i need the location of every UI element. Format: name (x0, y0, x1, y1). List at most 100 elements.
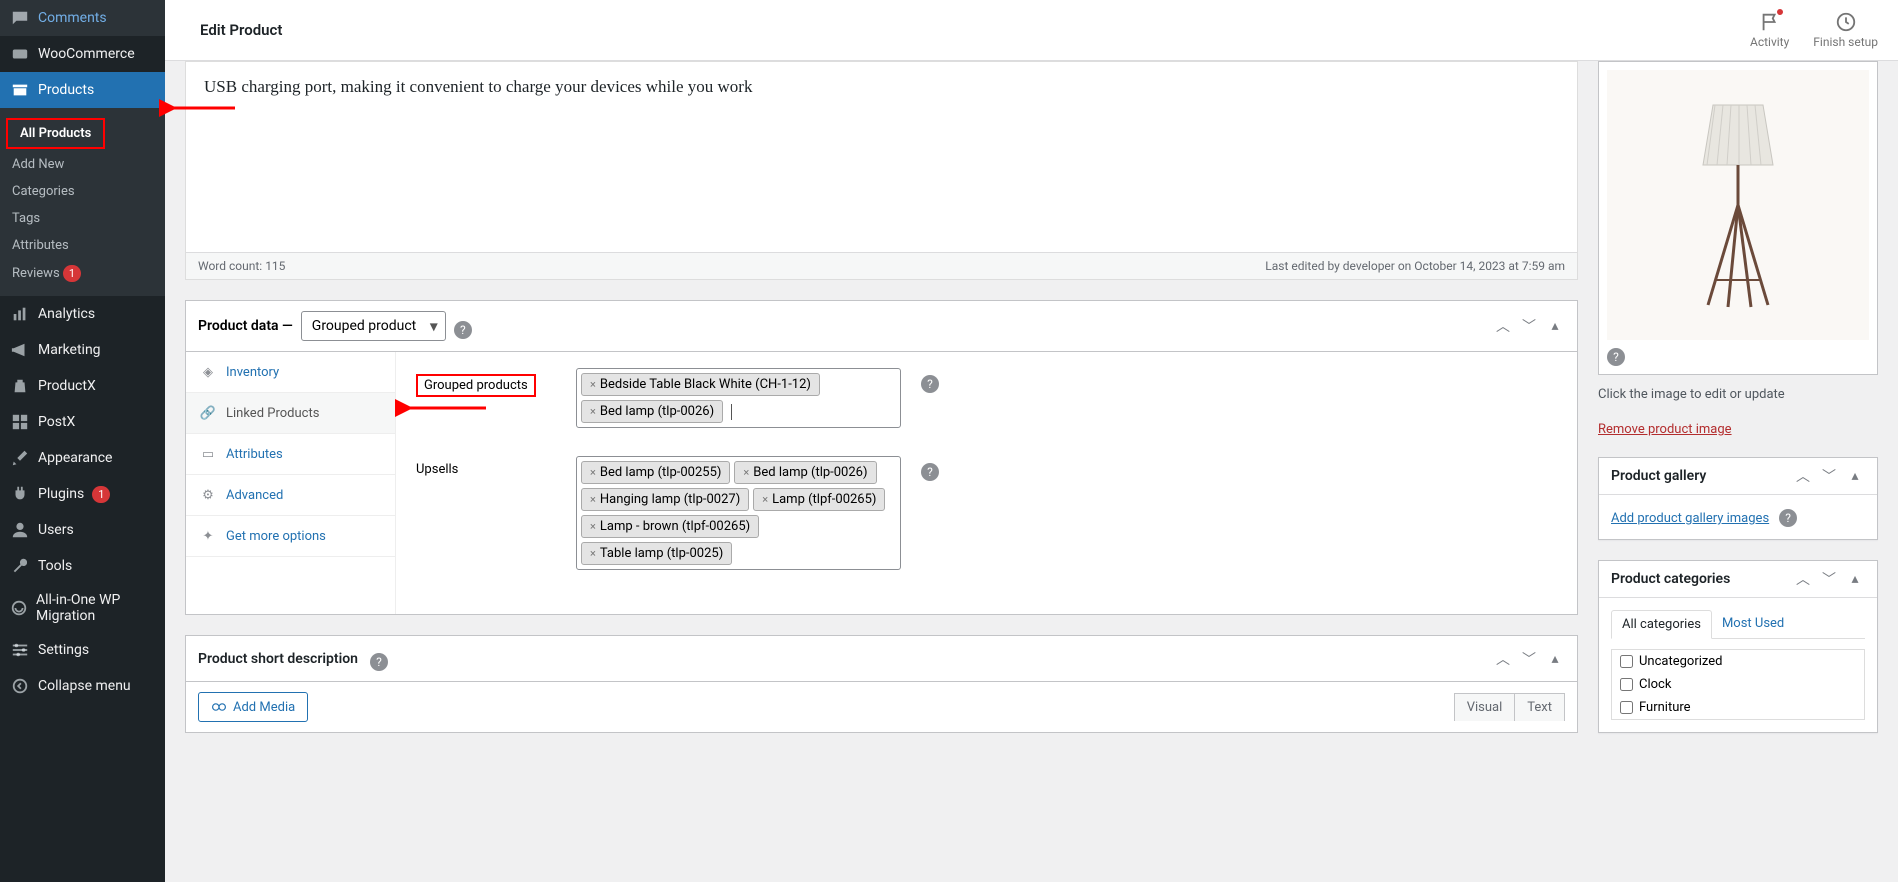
product-data-title: Product data — (198, 318, 293, 334)
sidebar-item-marketing[interactable]: Marketing (0, 332, 165, 368)
sidebar-subitem-tags[interactable]: Tags (0, 205, 165, 232)
sidebar-item-productx[interactable]: ProductX (0, 368, 165, 404)
grouped-products-input[interactable]: ×Bedside Table Black White (CH-1-12) ×Bed… (576, 368, 901, 428)
move-down-icon[interactable]: ﹀ (1819, 569, 1839, 589)
category-item[interactable]: Uncategorized (1612, 650, 1864, 673)
sidebar-item-woocommerce[interactable]: WooCommerce (0, 36, 165, 72)
pd-tab-linked[interactable]: 🔗 Linked Products (186, 393, 395, 434)
archive-icon (10, 80, 30, 100)
category-list[interactable]: UncategorizedClockFurniture (1611, 649, 1865, 720)
product-type-select[interactable]: Grouped product (301, 311, 446, 341)
pd-tab-get-more[interactable]: ✦ Get more options (186, 516, 395, 557)
move-up-icon[interactable]: ︿ (1493, 649, 1513, 669)
pd-tab-advanced[interactable]: ⚙ Advanced (186, 475, 395, 516)
lamp-illustration (1673, 95, 1803, 315)
sidebar-subitem-add-new[interactable]: Add New (0, 151, 165, 178)
pd-tab-attributes[interactable]: ▭ Attributes (186, 434, 395, 475)
link-icon: 🔗 (200, 405, 216, 421)
collapse-panel-icon[interactable]: ▴ (1845, 466, 1865, 486)
help-icon[interactable]: ? (921, 463, 939, 481)
category-checkbox[interactable] (1620, 678, 1633, 691)
product-token[interactable]: ×Bed lamp (tlp-00255) (581, 461, 730, 484)
move-down-icon[interactable]: ﹀ (1519, 649, 1539, 669)
gear-icon: ⚙ (200, 487, 216, 503)
sidebar-item-tools[interactable]: Tools (0, 548, 165, 584)
category-tabs: All categories Most Used (1611, 610, 1865, 639)
media-icon (211, 699, 227, 715)
sidebar-item-users[interactable]: Users (0, 512, 165, 548)
product-token[interactable]: ×Bedside Table Black White (CH-1-12) (581, 373, 820, 396)
move-down-icon[interactable]: ﹀ (1519, 316, 1539, 336)
sidebar-item-settings[interactable]: Settings (0, 632, 165, 668)
collapse-panel-icon[interactable]: ▴ (1545, 649, 1565, 669)
move-up-icon[interactable]: ︿ (1793, 569, 1813, 589)
help-icon[interactable]: ? (370, 653, 388, 671)
cat-tab-all[interactable]: All categories (1611, 610, 1712, 639)
category-checkbox[interactable] (1620, 701, 1633, 714)
add-media-button[interactable]: Add Media (198, 692, 308, 722)
remove-image-link[interactable]: Remove product image (1598, 422, 1732, 437)
remove-token-icon[interactable]: × (762, 493, 768, 506)
sidebar-subitem-attributes[interactable]: Attributes (0, 232, 165, 259)
sidebar-item-analytics[interactable]: Analytics (0, 296, 165, 332)
product-token[interactable]: ×Lamp (tlpf-00265) (753, 488, 885, 511)
category-item[interactable]: Clock (1612, 673, 1864, 696)
product-token[interactable]: ×Bed lamp (tlp-0026) (734, 461, 876, 484)
help-icon[interactable]: ? (921, 375, 939, 393)
sidebar-item-postx[interactable]: PostX (0, 404, 165, 440)
activity-action[interactable]: Activity (1750, 11, 1789, 49)
page-title: Edit Product (200, 21, 282, 39)
short-desc-header: Product short description ? ︿ ﹀ ▴ (185, 635, 1578, 682)
category-checkbox[interactable] (1620, 655, 1633, 668)
comment-icon (10, 8, 30, 28)
analytics-icon (10, 304, 30, 324)
sidebar-label: WooCommerce (38, 46, 135, 62)
pd-tab-inventory[interactable]: ◈ Inventory (186, 352, 395, 393)
sidebar-subitem-categories[interactable]: Categories (0, 178, 165, 205)
categories-title: Product categories (1611, 571, 1730, 587)
cat-tab-most-used[interactable]: Most Used (1712, 610, 1794, 638)
gallery-title: Product gallery (1611, 468, 1706, 484)
remove-token-icon[interactable]: × (590, 405, 596, 418)
sidebar-item-aiowp[interactable]: All-in-One WP Migration (0, 584, 165, 632)
move-down-icon[interactable]: ﹀ (1819, 466, 1839, 486)
remove-token-icon[interactable]: × (590, 466, 596, 479)
add-gallery-link[interactable]: Add product gallery images (1611, 511, 1769, 526)
plugins-count-badge: 1 (92, 486, 110, 503)
short-desc-toolbar: Add Media Visual Text (185, 682, 1578, 733)
grid-icon (10, 412, 30, 432)
remove-token-icon[interactable]: × (590, 520, 596, 533)
sidebar-label: Tools (38, 558, 72, 574)
sidebar-subitem-reviews[interactable]: Reviews 1 (0, 259, 165, 288)
move-up-icon[interactable]: ︿ (1793, 466, 1813, 486)
product-token[interactable]: ×Lamp - brown (tlpf-00265) (581, 515, 759, 538)
collapse-panel-icon[interactable]: ▴ (1845, 569, 1865, 589)
help-icon[interactable]: ? (1607, 348, 1625, 366)
sidebar-item-collapse[interactable]: Collapse menu (0, 668, 165, 704)
remove-token-icon[interactable]: × (743, 466, 749, 479)
help-icon[interactable]: ? (454, 321, 472, 339)
remove-token-icon[interactable]: × (590, 493, 596, 506)
editor-content[interactable]: USB charging port, making it convenient … (186, 62, 1577, 252)
product-image[interactable] (1607, 70, 1869, 340)
finish-setup-action[interactable]: Finish setup (1813, 11, 1878, 49)
sidebar-item-appearance[interactable]: Appearance (0, 440, 165, 476)
text-tab[interactable]: Text (1515, 693, 1565, 721)
upsells-input[interactable]: ×Bed lamp (tlp-00255)×Bed lamp (tlp-0026… (576, 456, 901, 570)
product-token[interactable]: ×Table lamp (tlp-0025) (581, 542, 732, 565)
help-icon[interactable]: ? (1779, 509, 1797, 527)
visual-tab[interactable]: Visual (1454, 693, 1516, 721)
remove-token-icon[interactable]: × (590, 378, 596, 391)
sidebar-item-products[interactable]: Products (0, 72, 165, 108)
last-edited: Last edited by developer on October 14, … (1265, 259, 1565, 273)
sidebar-subitem-all-products[interactable]: All Products (6, 118, 105, 149)
category-item[interactable]: Furniture (1612, 696, 1864, 719)
collapse-panel-icon[interactable]: ▴ (1545, 316, 1565, 336)
product-token[interactable]: ×Hanging lamp (tlp-0027) (581, 488, 749, 511)
sidebar-item-plugins[interactable]: Plugins 1 (0, 476, 165, 512)
pd-panel-linked: Grouped products ×Bedside Table Black Wh… (396, 352, 1577, 614)
product-token[interactable]: ×Bed lamp (tlp-0026) (581, 400, 723, 423)
sidebar-item-comments[interactable]: Comments (0, 0, 165, 36)
move-up-icon[interactable]: ︿ (1493, 316, 1513, 336)
remove-token-icon[interactable]: × (590, 547, 596, 560)
